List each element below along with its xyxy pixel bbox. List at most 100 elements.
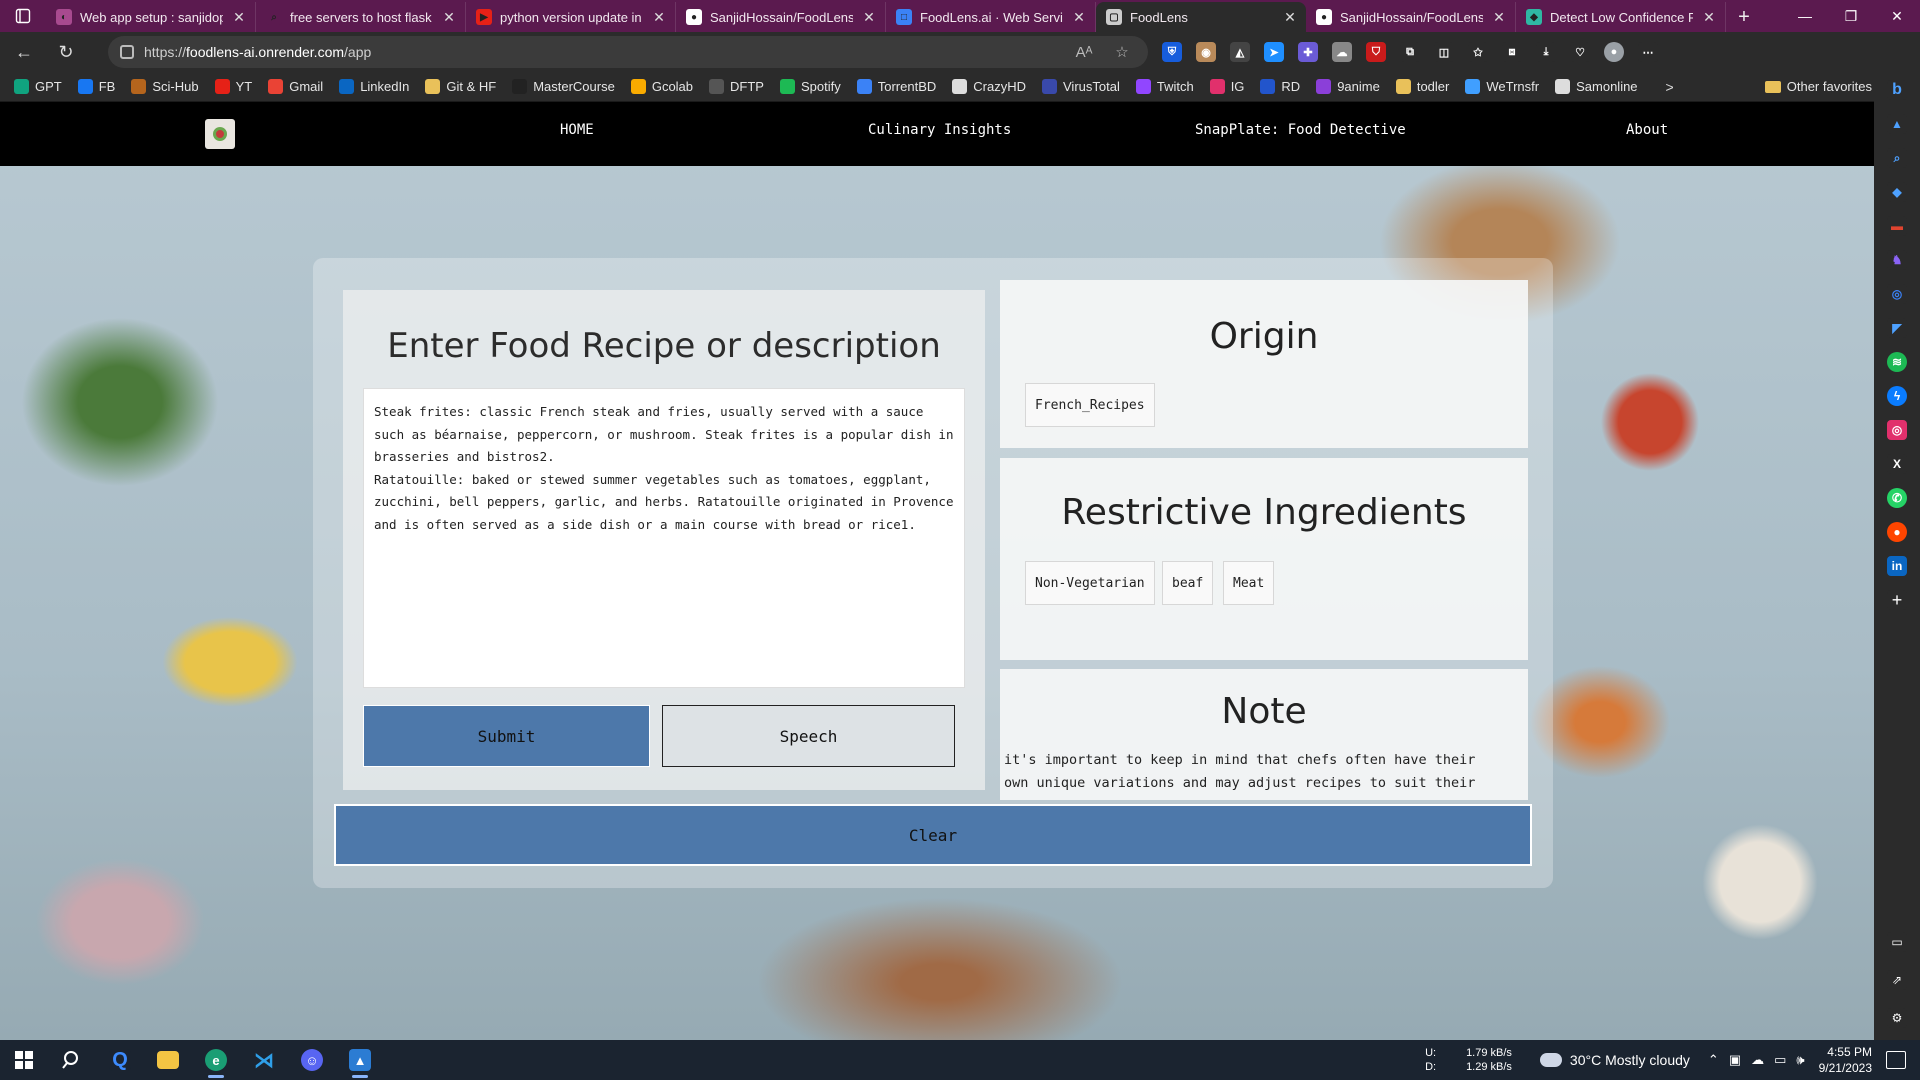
- speech-button[interactable]: Speech: [662, 705, 955, 767]
- taskbar-photos[interactable]: ▲: [336, 1040, 384, 1080]
- split-screen-icon[interactable]: ◫: [1434, 42, 1454, 62]
- browser-tab[interactable]: ▶ python version update in r ✕: [466, 2, 676, 32]
- chevron-up-icon[interactable]: ⌃: [1708, 1052, 1719, 1068]
- lock-icon[interactable]: [120, 45, 134, 59]
- browser-tab[interactable]: ◐ Web app setup : sanjidop ✕: [46, 2, 256, 32]
- favorite-link[interactable]: VirusTotal: [1042, 79, 1120, 94]
- favorite-link[interactable]: Git & HF: [425, 79, 496, 94]
- clock[interactable]: 4:55 PM 9/21/2023: [1819, 1044, 1872, 1076]
- favorite-link[interactable]: FB: [77, 79, 115, 94]
- tab-close-icon[interactable]: ✕: [1701, 9, 1717, 26]
- cookie-icon[interactable]: ◉: [1196, 42, 1216, 62]
- tab-close-icon[interactable]: ✕: [441, 9, 457, 26]
- favorite-link[interactable]: Samonline: [1555, 79, 1638, 94]
- favorite-link[interactable]: Spotify: [779, 79, 841, 94]
- new-tab-button[interactable]: +: [1726, 2, 1762, 32]
- nav-snapplate-link[interactable]: SnapPlate: Food Detective: [1195, 122, 1406, 138]
- favorite-link[interactable]: Twitch: [1135, 79, 1194, 94]
- favorite-link[interactable]: LinkedIn: [339, 79, 409, 94]
- performance-icon[interactable]: ♡: [1570, 42, 1590, 62]
- restore-button[interactable]: ❐: [1828, 0, 1874, 32]
- favorites-icon[interactable]: ✩: [1468, 42, 1488, 62]
- instagram-icon[interactable]: ◎: [1887, 420, 1907, 440]
- add-sidebar-app-icon[interactable]: +: [1887, 590, 1907, 610]
- tab-close-icon[interactable]: ✕: [861, 9, 877, 26]
- cloud-extension-icon[interactable]: ☁: [1332, 42, 1352, 62]
- x-twitter-icon[interactable]: X: [1887, 454, 1907, 474]
- minimize-button[interactable]: —: [1782, 0, 1828, 32]
- ublock-icon[interactable]: ⛉: [1366, 42, 1386, 62]
- close-window-button[interactable]: ✕: [1874, 0, 1920, 32]
- browser-tab[interactable]: ● SanjidHossain/FoodLens.ai ✕: [676, 2, 886, 32]
- games-icon[interactable]: ♞: [1887, 250, 1907, 270]
- hide-sidebar-icon[interactable]: ▭: [1887, 932, 1907, 952]
- profile-avatar-icon[interactable]: ●: [1604, 42, 1624, 62]
- bitwarden-icon[interactable]: ⛨: [1162, 42, 1182, 62]
- volume-icon[interactable]: 🕪: [1796, 1052, 1804, 1068]
- taskbar-vscode[interactable]: ⋊: [240, 1040, 288, 1080]
- outlook-icon[interactable]: ◤: [1887, 318, 1907, 338]
- reddit-icon[interactable]: ●: [1887, 522, 1907, 542]
- favorite-link[interactable]: Sci-Hub: [131, 79, 199, 94]
- favorite-link[interactable]: CrazyHD: [952, 79, 1026, 94]
- shopping-tag-icon[interactable]: ◆: [1887, 182, 1907, 202]
- favorite-link[interactable]: todler: [1395, 79, 1449, 94]
- browser-tab[interactable]: ◆ Detect Low Confidence Re ✕: [1516, 2, 1726, 32]
- site-logo[interactable]: [205, 119, 235, 149]
- plus-extension-icon[interactable]: ✚: [1298, 42, 1318, 62]
- favorite-link[interactable]: MasterCourse: [512, 79, 615, 94]
- start-button[interactable]: [0, 1040, 48, 1080]
- weather-widget[interactable]: 30°C Mostly cloudy: [1539, 1052, 1690, 1068]
- clear-button[interactable]: Clear: [334, 804, 1532, 866]
- recipe-textarea[interactable]: Steak frites: classic French steak and f…: [363, 388, 965, 688]
- collections-icon[interactable]: ⧈: [1502, 42, 1522, 62]
- submit-button[interactable]: Submit: [363, 705, 650, 767]
- taskbar-edge[interactable]: e: [192, 1040, 240, 1080]
- favorite-link[interactable]: RD: [1260, 79, 1300, 94]
- favorite-link[interactable]: IG: [1209, 79, 1244, 94]
- favorite-link[interactable]: DFTP: [709, 79, 764, 94]
- taskbar-file-explorer[interactable]: [144, 1040, 192, 1080]
- favorite-star-icon[interactable]: ☆: [1108, 43, 1136, 61]
- taskbar-search-button[interactable]: [48, 1040, 96, 1080]
- favorite-link[interactable]: WeTrnsfr: [1465, 79, 1539, 94]
- favorite-link[interactable]: YT: [214, 79, 252, 94]
- extension-dark-icon[interactable]: ◭: [1230, 42, 1250, 62]
- favorite-link[interactable]: Gcolab: [630, 79, 693, 94]
- tray-app-icon[interactable]: ▣: [1729, 1052, 1741, 1068]
- nav-culinary-insights-link[interactable]: Culinary Insights: [868, 122, 1011, 138]
- browser-tab[interactable]: ⌕ free servers to host flask w ✕: [256, 2, 466, 32]
- tab-close-icon[interactable]: ✕: [1282, 9, 1298, 26]
- tab-actions-button[interactable]: [0, 0, 46, 32]
- taskbar-discord[interactable]: ☺: [288, 1040, 336, 1080]
- favorite-link[interactable]: GPT: [14, 79, 62, 94]
- office-icon[interactable]: ◎: [1887, 284, 1907, 304]
- network-icon[interactable]: ▭: [1774, 1052, 1786, 1068]
- whatsapp-icon[interactable]: ✆: [1887, 488, 1907, 508]
- address-bar[interactable]: https://foodlens-ai.onrender.com/app Aᴬ …: [108, 36, 1148, 68]
- external-link-icon[interactable]: ⇗: [1887, 970, 1907, 990]
- arrow-extension-icon[interactable]: ➤: [1264, 42, 1284, 62]
- back-button[interactable]: ←: [6, 36, 42, 68]
- settings-gear-icon[interactable]: ⚙: [1887, 1008, 1907, 1028]
- nav-home-link[interactable]: HOME: [560, 122, 594, 138]
- tab-close-icon[interactable]: ✕: [651, 9, 667, 26]
- puzzle-icon[interactable]: ⧉: [1400, 42, 1420, 62]
- tab-close-icon[interactable]: ✕: [1491, 9, 1507, 26]
- nav-about-link[interactable]: About: [1626, 122, 1668, 138]
- search-icon[interactable]: ⌕: [1887, 148, 1907, 168]
- taskbar-app-pycharm[interactable]: Q: [96, 1040, 144, 1080]
- browser-tab[interactable]: ▢ FoodLens ✕: [1096, 2, 1306, 32]
- url-text[interactable]: https://foodlens-ai.onrender.com/app: [144, 44, 1060, 60]
- more-menu-icon[interactable]: ⋯: [1638, 42, 1658, 62]
- browser-tab[interactable]: □ FoodLens.ai · Web Service ✕: [886, 2, 1096, 32]
- other-favorites-folder[interactable]: Other favorites: [1764, 79, 1872, 94]
- download-icon[interactable]: ⤓: [1536, 42, 1556, 62]
- messenger-icon[interactable]: ϟ: [1887, 386, 1907, 406]
- read-aloud-icon[interactable]: Aᴬ: [1070, 44, 1098, 61]
- favorite-link[interactable]: TorrentBD: [856, 79, 936, 94]
- copilot-icon[interactable]: b: [1887, 80, 1907, 100]
- spotify-icon[interactable]: ≋: [1887, 352, 1907, 372]
- favorite-link[interactable]: Gmail: [268, 79, 323, 94]
- tab-close-icon[interactable]: ✕: [1071, 9, 1087, 26]
